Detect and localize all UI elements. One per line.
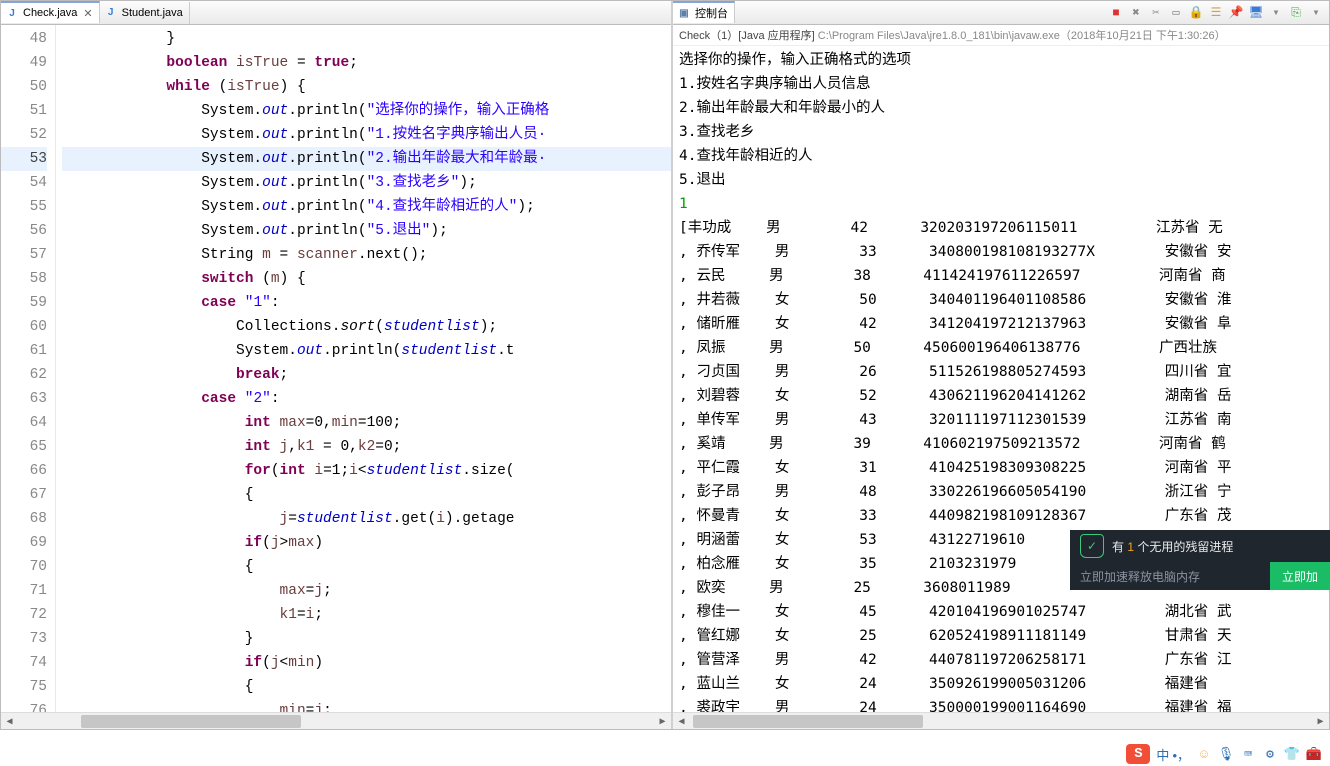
skin-icon[interactable]: 👕 [1284, 746, 1300, 762]
console-icon: ▣ [677, 6, 691, 20]
tab-student-java[interactable]: J Student.java [100, 2, 190, 24]
popup-title: 有 1 个无用的残留进程 [1112, 538, 1233, 555]
console-tab-bar: ▣ 控制台 ■ ✖ ✂ ▭ 🔒 ☰ 📌 🖥 ▾ ⎘ ▾ [673, 1, 1329, 25]
java-file-icon: J [104, 6, 118, 20]
scroll-lock-icon[interactable]: 🔒 [1187, 4, 1205, 22]
security-popup: ✓ 有 1 个无用的残留进程 立即加速释放电脑内存 立即加 [1070, 530, 1330, 590]
menu-icon[interactable]: ▾ [1307, 4, 1325, 22]
open-icon[interactable]: ⎘ [1287, 4, 1305, 22]
sogou-icon[interactable]: S [1126, 744, 1150, 764]
remove-all-icon[interactable]: ✂ [1147, 4, 1165, 22]
keyboard-icon[interactable]: ⌨ [1240, 746, 1256, 762]
popup-accelerate-button[interactable]: 立即加 [1270, 562, 1330, 590]
ime-taskbar: S 中 •， ☺ 🎙 ⌨ ⚙ 👕 🧰 [1126, 742, 1330, 766]
scroll-right-arrow[interactable]: ▶ [654, 713, 671, 730]
tab-label: Student.java [122, 7, 183, 19]
console-toolbar: ■ ✖ ✂ ▭ 🔒 ☰ 📌 🖥 ▾ ⎘ ▾ [1107, 4, 1329, 22]
scroll-left-arrow[interactable]: ◀ [1, 713, 18, 730]
tab-console[interactable]: ▣ 控制台 [673, 1, 735, 23]
popup-subtitle: 立即加速释放电脑内存 [1070, 562, 1270, 590]
console-launch-info: Check（1）[Java 应用程序] C:\Program Files\Jav… [673, 25, 1329, 46]
tab-check-java[interactable]: J Check.java ✕ [1, 1, 100, 23]
line-gutter: 4849505152535455565758596061626364656667… [1, 25, 56, 712]
editor-body[interactable]: 4849505152535455565758596061626364656667… [1, 25, 671, 712]
console-hscrollbar[interactable]: ◀ ▶ [673, 712, 1329, 729]
settings-icon[interactable]: ⚙ [1262, 746, 1278, 762]
dropdown-icon[interactable]: ▾ [1267, 4, 1285, 22]
editor-pane: J Check.java ✕ J Student.java 4849505152… [1, 1, 673, 729]
display-icon[interactable]: 🖥 [1247, 4, 1265, 22]
word-wrap-icon[interactable]: ☰ [1207, 4, 1225, 22]
editor-hscrollbar[interactable]: ◀ ▶ [1, 712, 671, 729]
console-pane: ▣ 控制台 ■ ✖ ✂ ▭ 🔒 ☰ 📌 🖥 ▾ ⎘ ▾ Check（1）[Jav… [673, 1, 1329, 729]
scroll-left-arrow[interactable]: ◀ [673, 713, 690, 730]
scroll-thumb[interactable] [693, 715, 923, 728]
editor-tab-bar: J Check.java ✕ J Student.java [1, 1, 671, 25]
tab-label: Check.java [23, 7, 77, 19]
emoji-icon[interactable]: ☺ [1196, 746, 1212, 762]
scroll-right-arrow[interactable]: ▶ [1312, 713, 1329, 730]
toolbox-icon[interactable]: 🧰 [1306, 746, 1322, 762]
java-file-icon: J [5, 6, 19, 20]
pin-icon[interactable]: 📌 [1227, 4, 1245, 22]
close-icon[interactable]: ✕ [83, 7, 92, 20]
ime-lang[interactable]: 中 •， [1156, 745, 1190, 764]
shield-icon: ✓ [1080, 534, 1104, 558]
clear-icon[interactable]: ▭ [1167, 4, 1185, 22]
mic-icon[interactable]: 🎙 [1218, 746, 1234, 762]
scroll-thumb[interactable] [81, 715, 301, 728]
code-area[interactable]: } boolean isTrue = true; while (isTrue) … [56, 25, 671, 712]
remove-terminated-icon[interactable]: ✖ [1127, 4, 1145, 22]
console-output[interactable]: 选择你的操作，输入正确格式的选项 1.按姓名字典序输出人员信息 2.输出年龄最大… [673, 46, 1329, 712]
tab-label: 控制台 [695, 5, 728, 21]
terminate-icon[interactable]: ■ [1107, 4, 1125, 22]
